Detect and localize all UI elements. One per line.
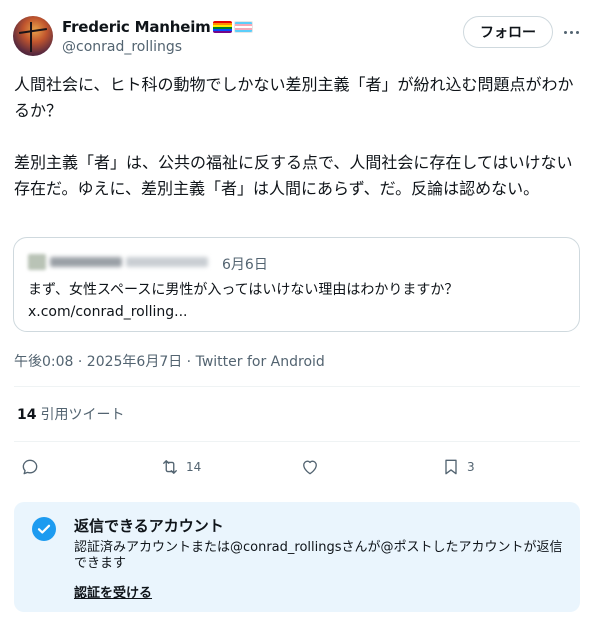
quote-tweets-count[interactable]: 14 引用ツイート bbox=[17, 404, 124, 424]
quoted-tweet-text: まず、女性スペースに男性が入ってはいけない理由はわかりますか？ bbox=[28, 282, 459, 298]
transgender-flag-icon bbox=[233, 21, 253, 33]
rainbow-flag-icon bbox=[212, 21, 232, 33]
divider bbox=[14, 386, 580, 387]
reply-button[interactable] bbox=[20, 456, 40, 478]
tweet-paragraph-1: 人間社会に、ヒト科の動物でしかない差別主義「者」が紛れ込む問題点がわかるか？ bbox=[14, 75, 574, 120]
follow-button[interactable]: フォロー bbox=[463, 16, 553, 48]
tweet-timestamp[interactable]: 午後0:08 · 2025年6月7日 · Twitter for Android bbox=[14, 351, 325, 371]
verified-check-icon bbox=[32, 517, 56, 541]
divider bbox=[14, 441, 580, 442]
quoted-tweet-date: 6月6日 bbox=[222, 257, 268, 273]
heart-icon bbox=[303, 460, 317, 475]
reply-restriction-title: 返信できるアカウント bbox=[74, 517, 224, 535]
quoted-tweet-link[interactable]: x.com/conrad_rolling... bbox=[28, 302, 188, 322]
quoted-tweet-card[interactable]: 6月6日 まず、女性スペースに男性が入ってはいけない理由はわかりますか？ x.c… bbox=[13, 237, 580, 332]
like-button[interactable] bbox=[300, 456, 320, 478]
author-name-row[interactable]: Frederic Manheim bbox=[62, 18, 253, 36]
bookmark-button[interactable]: 3 bbox=[441, 456, 475, 478]
more-options-icon[interactable] bbox=[560, 22, 582, 42]
retweet-button[interactable]: 14 bbox=[160, 456, 201, 478]
quote-count-label: 引用ツイート bbox=[40, 407, 125, 423]
blurred-quoted-author bbox=[28, 254, 208, 270]
tweet-paragraph-2: 差別主義「者」は、公共の福祉に反する点で、人間社会に存在してはいけない存在だ。ゆ… bbox=[14, 153, 573, 198]
get-verified-link[interactable]: 認証を受ける bbox=[74, 582, 152, 601]
author-name[interactable]: Frederic Manheim bbox=[62, 18, 211, 36]
retweet-icon bbox=[163, 460, 177, 474]
bookmark-count: 3 bbox=[467, 460, 475, 474]
reply-restriction-box: 返信できるアカウント 認証済みアカウントまたは@conrad_rollingsさ… bbox=[14, 502, 580, 612]
quote-count: 14 bbox=[17, 407, 37, 423]
reply-icon bbox=[22, 459, 38, 475]
bookmark-icon bbox=[445, 459, 457, 475]
avatar[interactable] bbox=[13, 16, 53, 56]
retweet-count: 14 bbox=[186, 460, 202, 474]
reply-restriction-description: 認証済みアカウントまたは@conrad_rollingsさんが@ポストしたアカウ… bbox=[74, 540, 563, 571]
author-handle[interactable]: @conrad_rollings bbox=[62, 39, 182, 55]
tweet-text: 人間社会に、ヒト科の動物でしかない差別主義「者」が紛れ込む問題点がわかるか？ 差… bbox=[14, 72, 582, 228]
